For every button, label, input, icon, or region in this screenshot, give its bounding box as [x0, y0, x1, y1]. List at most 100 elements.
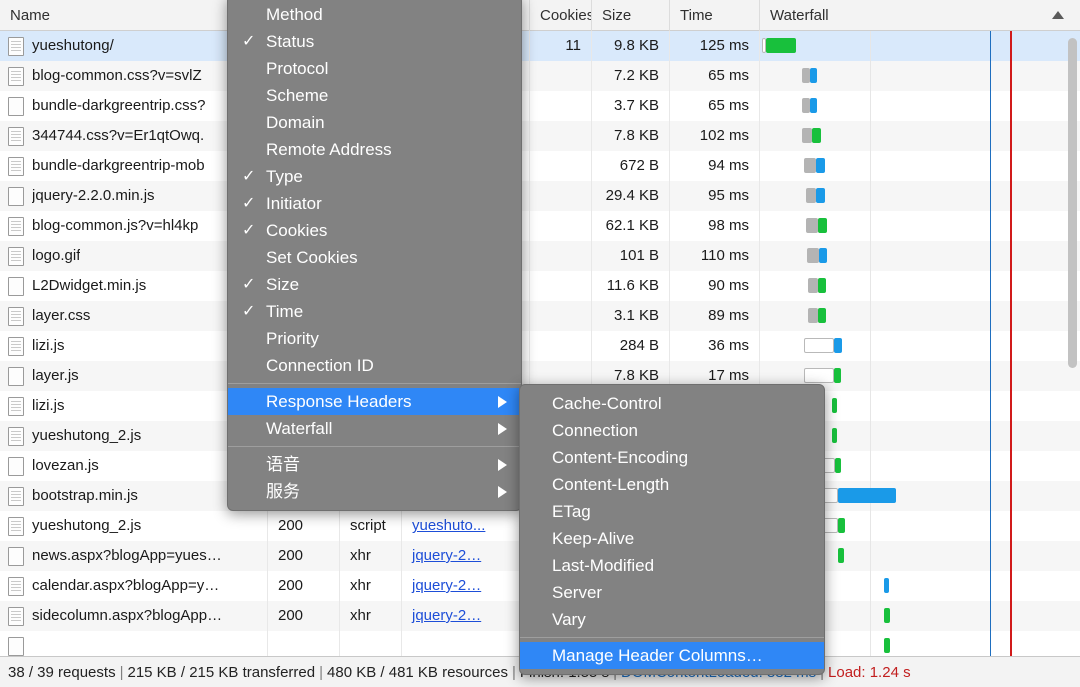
- menu-item-label: Size: [266, 275, 300, 294]
- waterfall-stalled-segment: [802, 128, 812, 143]
- load-marker: [1010, 271, 1012, 301]
- menu-item-cache-control[interactable]: Cache-Control: [520, 390, 824, 417]
- table-row[interactable]: 344744.css?v=Er1qtOwq. 7.8 KB 102 ms: [0, 121, 1080, 151]
- menu-item-connection[interactable]: Connection: [520, 417, 824, 444]
- cell-initiator[interactable]: jquery-2…: [402, 541, 530, 571]
- cell-name[interactable]: news.aspx?blogApp=yues…: [0, 541, 268, 571]
- menu-item-set-cookies[interactable]: Set Cookies: [228, 244, 521, 271]
- load-marker: [1010, 331, 1012, 361]
- cell-waterfall[interactable]: [760, 31, 1080, 61]
- cell-cookies: [530, 91, 592, 121]
- context-menu-response-headers[interactable]: Cache-Control Connection Content-Encoding C…: [519, 384, 825, 675]
- cell-type: script: [340, 511, 402, 541]
- cell-waterfall[interactable]: [760, 151, 1080, 181]
- cell-waterfall[interactable]: [760, 121, 1080, 151]
- table-row[interactable]: bundle-darkgreentrip-mob 672 B 94 ms: [0, 151, 1080, 181]
- cell-name[interactable]: calendar.aspx?blogApp=y…: [0, 571, 268, 601]
- document-icon: [8, 546, 24, 566]
- domcontentloaded-marker: [989, 601, 992, 631]
- document-icon: [8, 96, 24, 116]
- cell-initiator[interactable]: jquery-2…: [402, 571, 530, 601]
- table-row[interactable]: jquery-2.2.0.min.js 29.4 KB 95 ms: [0, 181, 1080, 211]
- menu-item-cookies[interactable]: ✓ Cookies: [228, 217, 521, 244]
- menu-item-label: Priority: [266, 329, 319, 348]
- menu-item-waterfall[interactable]: Waterfall: [228, 415, 521, 442]
- menu-item-server[interactable]: Server: [520, 579, 824, 606]
- cell-initiator[interactable]: [402, 631, 530, 656]
- table-row[interactable]: layer.css 3.1 KB 89 ms: [0, 301, 1080, 331]
- menu-item-content-encoding[interactable]: Content-Encoding: [520, 444, 824, 471]
- cell-waterfall[interactable]: [760, 241, 1080, 271]
- menu-item-domain[interactable]: Domain: [228, 109, 521, 136]
- waterfall-download-segment: [838, 548, 844, 563]
- menu-item-[interactable]: 语音: [228, 451, 521, 478]
- cell-waterfall[interactable]: [760, 61, 1080, 91]
- table-row[interactable]: yueshutong/11 9.8 KB 125 ms: [0, 31, 1080, 61]
- cell-type: xhr: [340, 541, 402, 571]
- menu-item-label: Last-Modified: [552, 556, 655, 575]
- column-header-cookies[interactable]: Cookies: [530, 0, 592, 31]
- checkmark-icon: ✓: [242, 168, 256, 185]
- cell-name[interactable]: [0, 631, 268, 656]
- cell-waterfall[interactable]: [760, 271, 1080, 301]
- menu-item-protocol[interactable]: Protocol: [228, 55, 521, 82]
- menu-item-response-headers[interactable]: Response Headers: [228, 388, 521, 415]
- initiator-link[interactable]: yueshuto...: [412, 517, 485, 534]
- menu-item-size[interactable]: ✓ Size: [228, 271, 521, 298]
- context-menu-columns[interactable]: Method ✓ Status Protocol Scheme Domain Remote …: [227, 0, 522, 511]
- cell-waterfall[interactable]: [760, 331, 1080, 361]
- column-header-size[interactable]: Size: [592, 0, 670, 31]
- table-row[interactable]: blog-common.js?v=hl4kp 62.1 KB 98 ms: [0, 211, 1080, 241]
- cell-time: 36 ms: [670, 331, 760, 361]
- menu-item-time[interactable]: ✓ Time: [228, 298, 521, 325]
- menu-item-last-modified[interactable]: Last-Modified: [520, 552, 824, 579]
- cell-initiator[interactable]: jquery-2…: [402, 601, 530, 631]
- initiator-link[interactable]: jquery-2…: [412, 607, 481, 624]
- cell-waterfall[interactable]: [760, 301, 1080, 331]
- menu-item-priority[interactable]: Priority: [228, 325, 521, 352]
- table-row[interactable]: bundle-darkgreentrip.css? 3.7 KB 65 ms: [0, 91, 1080, 121]
- request-name-label: blog-common.css?v=svlZ: [32, 67, 202, 84]
- menu-item-label: Type: [266, 167, 303, 186]
- document-icon: [8, 456, 24, 476]
- waterfall-stalled-segment: [802, 98, 810, 113]
- menu-item-content-length[interactable]: Content-Length: [520, 471, 824, 498]
- cell-name[interactable]: yueshutong_2.js: [0, 511, 268, 541]
- cell-name[interactable]: sidecolumn.aspx?blogApp…: [0, 601, 268, 631]
- menu-item-scheme[interactable]: Scheme: [228, 82, 521, 109]
- table-row[interactable]: lizi.js 284 B 36 ms: [0, 331, 1080, 361]
- waterfall-gridlines: [760, 31, 1080, 61]
- load-marker: [1010, 151, 1012, 181]
- menu-item-manage-header-columns[interactable]: Manage Header Columns…: [520, 642, 824, 669]
- menu-item-keep-alive[interactable]: Keep-Alive: [520, 525, 824, 552]
- menu-item-method[interactable]: Method: [228, 1, 521, 28]
- cell-size: 9.8 KB: [592, 31, 670, 61]
- menu-item-remote-address[interactable]: Remote Address: [228, 136, 521, 163]
- cell-type: xhr: [340, 571, 402, 601]
- document-icon: [8, 246, 24, 266]
- cell-waterfall[interactable]: [760, 211, 1080, 241]
- request-name-label: layer.css: [32, 307, 91, 324]
- waterfall-download-segment: [838, 488, 896, 503]
- menu-item-etag[interactable]: ETag: [520, 498, 824, 525]
- column-header-waterfall[interactable]: Waterfall: [760, 0, 1080, 31]
- waterfall-stalled-segment: [807, 248, 819, 263]
- menu-item-type[interactable]: ✓ Type: [228, 163, 521, 190]
- cell-size: 672 B: [592, 151, 670, 181]
- menu-item-connection-id[interactable]: Connection ID: [228, 352, 521, 379]
- menu-item-initiator[interactable]: ✓ Initiator: [228, 190, 521, 217]
- sort-ascending-icon[interactable]: [1052, 10, 1064, 19]
- cell-initiator[interactable]: yueshuto...: [402, 511, 530, 541]
- menu-item-[interactable]: 服务: [228, 478, 521, 505]
- cell-waterfall[interactable]: [760, 91, 1080, 121]
- table-row[interactable]: blog-common.css?v=svlZ 7.2 KB 65 ms: [0, 61, 1080, 91]
- vertical-scrollbar[interactable]: [1068, 38, 1077, 368]
- column-header-time[interactable]: Time: [670, 0, 760, 31]
- menu-item-status[interactable]: ✓ Status: [228, 28, 521, 55]
- menu-item-vary[interactable]: Vary: [520, 606, 824, 633]
- initiator-link[interactable]: jquery-2…: [412, 547, 481, 564]
- table-row[interactable]: L2Dwidget.min.js 11.6 KB 90 ms: [0, 271, 1080, 301]
- initiator-link[interactable]: jquery-2…: [412, 577, 481, 594]
- cell-waterfall[interactable]: [760, 181, 1080, 211]
- table-row[interactable]: logo.gif 101 B 110 ms: [0, 241, 1080, 271]
